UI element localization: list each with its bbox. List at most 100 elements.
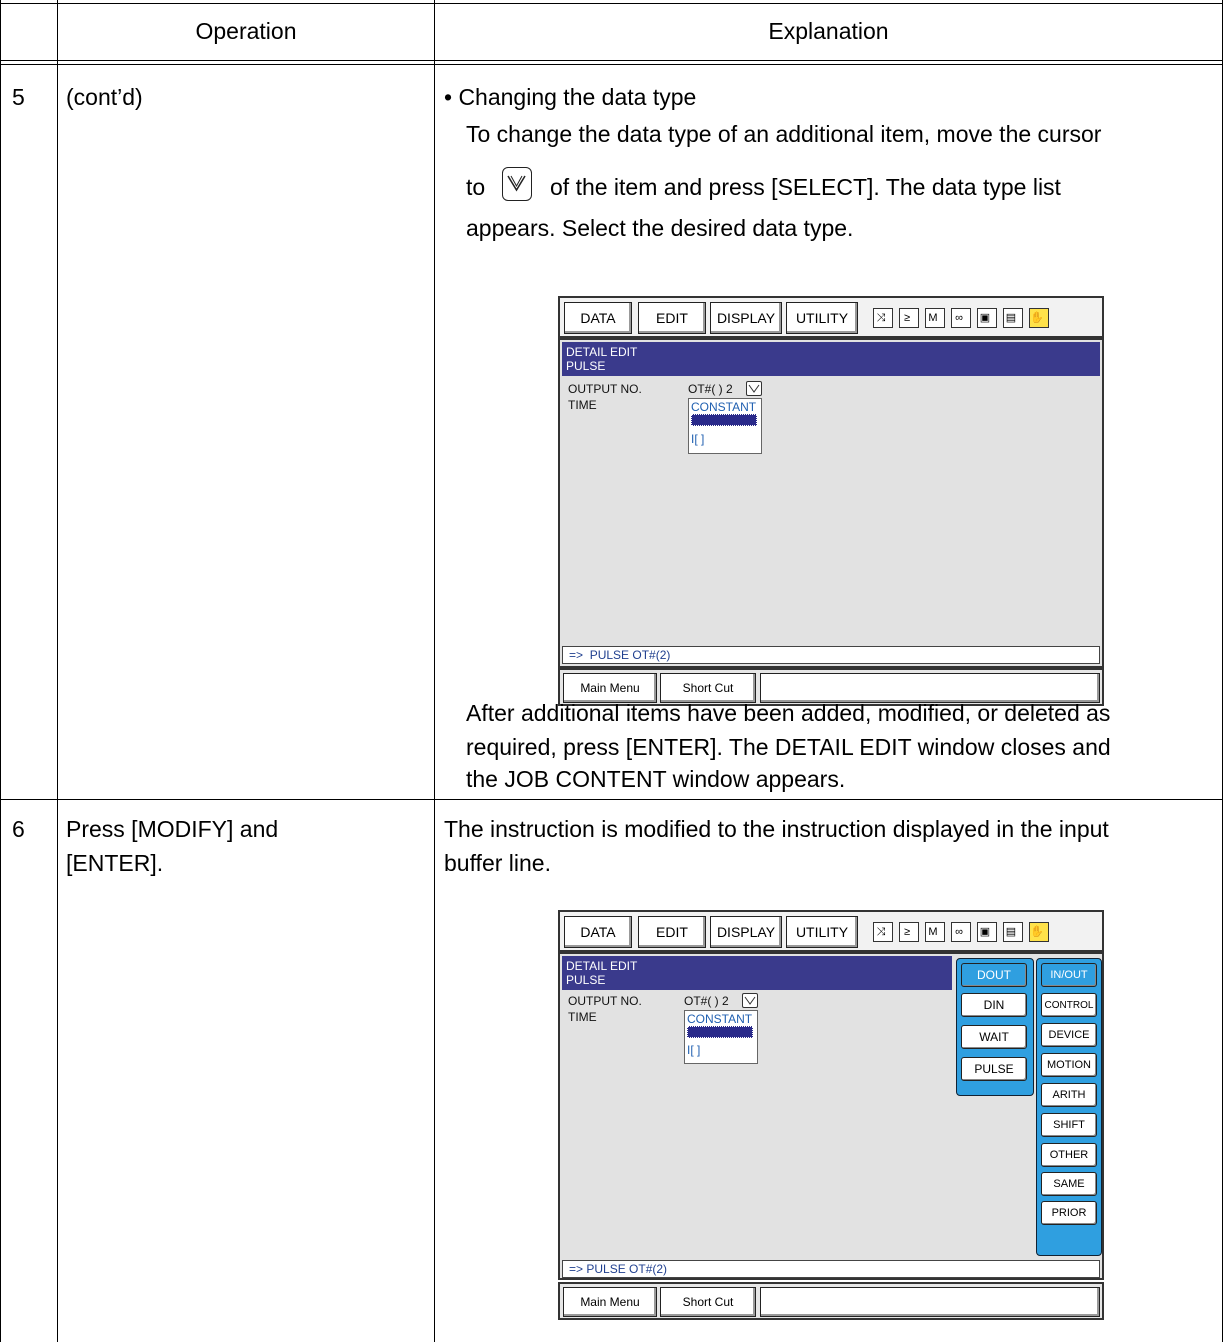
page-icon: ▤ xyxy=(1003,922,1023,942)
explanation-line: appears. Select the desired data type. xyxy=(466,215,854,241)
instr-din[interactable]: DIN xyxy=(961,993,1027,1017)
menu-utility[interactable]: UTILITY xyxy=(786,302,858,334)
buffer-arrow: => xyxy=(569,1262,584,1276)
dropdown-selected-item[interactable] xyxy=(687,1026,753,1038)
data-type-dropdown: CONSTANT I[ ] xyxy=(684,1010,758,1064)
mode-icon: M xyxy=(925,922,945,942)
output-label: OUTPUT NO. xyxy=(568,382,642,396)
step-number: 5 xyxy=(12,84,25,110)
explanation-line: required, press [ENTER]. The DETAIL EDIT… xyxy=(466,734,1111,760)
select-arrow-icon[interactable] xyxy=(742,993,758,1008)
detail-edit-window: DETAIL EDIT PULSE OUTPUT NO. OT#( ) 2 TI… xyxy=(558,952,1104,1280)
bullet-heading: • Changing the data type xyxy=(444,84,697,110)
menu-edit[interactable]: EDIT xyxy=(638,916,706,948)
dropdown-item[interactable]: CONSTANT xyxy=(691,400,756,414)
header-divider xyxy=(0,60,1223,61)
output-label: OUTPUT NO. xyxy=(568,994,642,1008)
select-arrow-icon xyxy=(502,167,532,201)
operation-text: [ENTER]. xyxy=(66,850,164,876)
buffer-text: PULSE OT#(2) xyxy=(586,1262,668,1276)
instruction-submenu: DOUT DIN WAIT PULSE xyxy=(956,958,1034,1096)
instr-wait[interactable]: WAIT xyxy=(961,1025,1027,1049)
header-divider-double xyxy=(0,64,1223,65)
output-value[interactable]: OT#( ) 2 xyxy=(684,994,729,1008)
instr-dout[interactable]: DOUT xyxy=(961,963,1027,987)
operation-text: Press [MODIFY] and xyxy=(66,816,279,842)
table-top-border xyxy=(0,3,1223,4)
row-divider xyxy=(0,799,1223,800)
step-number: 6 xyxy=(12,816,25,842)
pendant-screen: DATA EDIT DISPLAY UTILITY ⤨ ≥ M ∞ ▣ ▤ ✋ … xyxy=(558,296,1104,714)
explanation-line: the JOB CONTENT window appears. xyxy=(466,766,846,792)
category-same[interactable]: SAME xyxy=(1041,1172,1097,1196)
explanation-line-post: of the item and press [SELECT]. The data… xyxy=(550,174,1061,200)
category-shift[interactable]: SHIFT xyxy=(1041,1113,1097,1137)
category-in-out[interactable]: IN/OUT xyxy=(1041,963,1097,987)
status-icons: ⤨ ≥ M ∞ ▣ ▤ ✋ xyxy=(873,918,1049,946)
detail-edit-window: DETAIL EDIT PULSE OUTPUT NO. OT#( ) 2 TI… xyxy=(558,338,1104,668)
instr-pulse[interactable]: PULSE xyxy=(961,1057,1027,1081)
dropdown-item[interactable]: I[ ] xyxy=(687,1043,700,1057)
menu-display[interactable]: DISPLAY xyxy=(710,916,782,948)
play-icon: ▣ xyxy=(977,922,997,942)
explanation-line-pre: to xyxy=(466,174,486,200)
main-menu-button[interactable]: Main Menu xyxy=(563,1287,657,1317)
time-label: TIME xyxy=(568,1010,597,1024)
menu-edit[interactable]: EDIT xyxy=(638,302,706,334)
play-icon: ▣ xyxy=(977,308,997,328)
output-value[interactable]: OT#( ) 2 xyxy=(688,382,733,396)
data-type-dropdown: CONSTANT I[ ] xyxy=(688,398,762,454)
mode-icon: M xyxy=(925,308,945,328)
time-label: TIME xyxy=(568,398,597,412)
category-prior[interactable]: PRIOR xyxy=(1041,1201,1097,1225)
explanation-line: buffer line. xyxy=(444,850,551,876)
category-control[interactable]: CONTROL xyxy=(1041,993,1097,1017)
buffer-arrow: => xyxy=(569,648,584,662)
status-icons: ⤨ ≥ M ∞ ▣ ▤ ✋ xyxy=(873,304,1049,332)
operation-column-divider xyxy=(434,0,435,1342)
menu-data[interactable]: DATA xyxy=(564,916,632,948)
coordinate-icon: ⤨ xyxy=(873,308,893,328)
menu-data[interactable]: DATA xyxy=(564,302,632,334)
page-icon: ▤ xyxy=(1003,308,1023,328)
operation-header: Operation xyxy=(195,18,297,44)
explanation-line: To change the data type of an additional… xyxy=(466,121,1102,147)
explanation-header: Explanation xyxy=(768,18,889,44)
select-arrow-icon[interactable] xyxy=(746,381,762,396)
dropdown-item[interactable]: I[ ] xyxy=(691,432,704,446)
explanation-line: After additional items have been added, … xyxy=(466,700,1111,726)
speed-icon: ≥ xyxy=(899,308,919,328)
cycle-icon: ∞ xyxy=(951,308,971,328)
top-menu-bar: DATA EDIT DISPLAY UTILITY ⤨ ≥ M ∞ ▣ ▤ ✋ xyxy=(558,910,1104,952)
menu-display[interactable]: DISPLAY xyxy=(710,302,782,334)
pendant-screen: DATA EDIT DISPLAY UTILITY ⤨ ≥ M ∞ ▣ ▤ ✋ … xyxy=(558,910,1104,1328)
cycle-icon: ∞ xyxy=(951,922,971,942)
short-cut-button[interactable]: Short Cut xyxy=(660,1287,756,1317)
window-title-line2: PULSE xyxy=(566,359,606,373)
instruction-category-menu: IN/OUT CONTROL DEVICE MOTION ARITH SHIFT… xyxy=(1036,958,1102,1256)
category-arith[interactable]: ARITH xyxy=(1041,1083,1097,1107)
hand-icon: ✋ xyxy=(1029,922,1049,942)
category-device[interactable]: DEVICE xyxy=(1041,1023,1097,1047)
input-buffer-line: => PULSE OT#(2) xyxy=(562,646,1100,664)
table-left-border xyxy=(0,0,1,1342)
coordinate-icon: ⤨ xyxy=(873,922,893,942)
window-title-line2: PULSE xyxy=(566,973,606,987)
menu-utility[interactable]: UTILITY xyxy=(786,916,858,948)
dropdown-item[interactable]: CONSTANT xyxy=(687,1012,752,1026)
top-menu-bar: DATA EDIT DISPLAY UTILITY ⤨ ≥ M ∞ ▣ ▤ ✋ xyxy=(558,296,1104,338)
window-title: DETAIL EDIT PULSE xyxy=(562,342,1100,376)
operation-text: (cont’d) xyxy=(66,84,143,110)
hand-icon: ✋ xyxy=(1029,308,1049,328)
category-motion[interactable]: MOTION xyxy=(1041,1053,1097,1077)
category-other[interactable]: OTHER xyxy=(1041,1143,1097,1167)
input-buffer-line: => PULSE OT#(2) xyxy=(562,1260,1100,1278)
speed-icon: ≥ xyxy=(899,922,919,942)
bottom-bar: Main Menu Short Cut xyxy=(558,1282,1104,1320)
window-title-line1: DETAIL EDIT xyxy=(566,959,638,973)
bottom-empty-button[interactable] xyxy=(760,1287,1100,1317)
dropdown-selected-item[interactable] xyxy=(691,414,757,426)
buffer-text: PULSE OT#(2) xyxy=(589,648,671,662)
step-column-divider xyxy=(57,0,58,1342)
window-title: DETAIL EDIT PULSE xyxy=(562,956,952,990)
